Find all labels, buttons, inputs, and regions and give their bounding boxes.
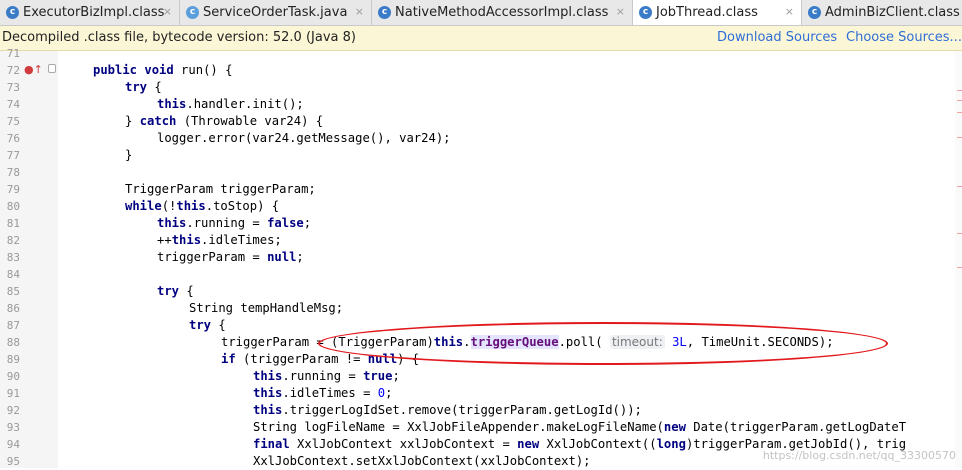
- line-number: 79: [6, 183, 20, 196]
- line-number: 84: [6, 268, 20, 281]
- tab-adminbizclient[interactable]: c AdminBizClient.class: [802, 0, 962, 25]
- code-line-89: if (triggerParam != null) {: [221, 352, 420, 366]
- line-number: 95: [6, 455, 20, 468]
- line-number: 88: [6, 336, 20, 349]
- error-stripe-mark[interactable]: [957, 233, 962, 234]
- close-icon[interactable]: ×: [785, 5, 794, 18]
- line-number: 90: [6, 370, 20, 383]
- java-file-icon: c: [186, 6, 199, 19]
- code-line-92: this.triggerLogIdSet.remove(triggerParam…: [253, 403, 642, 417]
- code-line-81: this.running = false;: [157, 216, 312, 230]
- tab-label: AdminBizClient.class: [825, 5, 960, 20]
- tab-jobthread[interactable]: c JobThread.class ×: [633, 0, 802, 25]
- override-method-icon[interactable]: ●↑: [24, 63, 43, 76]
- code-line-91: this.idleTimes = 0;: [253, 386, 393, 400]
- error-stripe-mark[interactable]: [957, 100, 962, 101]
- code-line-72: public void run() {: [93, 63, 233, 77]
- code-line-83: triggerParam = null;: [157, 250, 304, 264]
- tab-label: ExecutorBizImpl.class: [23, 5, 165, 20]
- choose-sources-link[interactable]: Choose Sources...: [846, 30, 962, 45]
- code-line-95: XxlJobContext.setXxlJobContext(xxlJobCon…: [253, 454, 591, 468]
- line-number: 92: [6, 404, 20, 417]
- error-stripe-mark[interactable]: [957, 112, 962, 113]
- line-number: 71: [6, 47, 20, 60]
- code-line-93: String logFileName = XxlJobFileAppender.…: [253, 420, 907, 434]
- code-line-76: logger.error(var24.getMessage(), var24);: [157, 131, 451, 145]
- line-number: 80: [6, 200, 20, 213]
- line-number: 91: [6, 387, 20, 400]
- class-file-icon: c: [6, 6, 19, 19]
- code-line-77: }: [125, 148, 133, 162]
- editor-tab-bar: c ExecutorBizImpl.class × c ServiceOrder…: [0, 0, 962, 26]
- code-line-88: triggerParam = (TriggerParam)this.trigge…: [221, 335, 834, 349]
- parameter-hint: timeout:: [609, 335, 665, 349]
- error-stripe-mark[interactable]: [957, 137, 962, 138]
- code-line-86: String tempHandleMsg;: [189, 301, 344, 315]
- line-number: 85: [6, 285, 20, 298]
- class-file-icon: c: [808, 6, 821, 19]
- line-number: 76: [6, 132, 20, 145]
- editor-scrollbar[interactable]: [955, 51, 962, 468]
- tab-nativemethodaccessorimpl[interactable]: c NativeMethodAccessorImpl.class ×: [372, 0, 633, 25]
- code-line-75: } catch (Throwable var24) {: [125, 114, 324, 128]
- tab-serviceordertask[interactable]: c ServiceOrderTask.java ×: [180, 0, 372, 25]
- close-icon[interactable]: ×: [355, 5, 364, 18]
- banner-message: Decompiled .class file, bytecode version…: [2, 30, 356, 45]
- tab-label: JobThread.class: [656, 5, 758, 20]
- line-number: 83: [6, 251, 20, 264]
- fold-toggle-icon[interactable]: [48, 64, 56, 73]
- line-number: 74: [6, 98, 20, 111]
- close-icon[interactable]: ×: [163, 5, 172, 18]
- code-line-82: ++this.idleTimes;: [157, 233, 282, 247]
- line-number: 78: [6, 166, 20, 179]
- decompiled-notice-banner: Decompiled .class file, bytecode version…: [0, 26, 962, 51]
- line-number: 89: [6, 353, 20, 366]
- line-number: 82: [6, 234, 20, 247]
- code-line-80: while(!this.toStop) {: [125, 199, 280, 213]
- tab-executorbizimpl[interactable]: c ExecutorBizImpl.class ×: [0, 0, 180, 25]
- tab-label: ServiceOrderTask.java: [203, 5, 348, 20]
- line-number: 77: [6, 149, 20, 162]
- line-number: 87: [6, 319, 20, 332]
- close-icon[interactable]: ×: [616, 5, 625, 18]
- code-line-79: TriggerParam triggerParam;: [125, 182, 316, 196]
- error-stripe-mark[interactable]: [957, 267, 962, 268]
- code-line-87: try {: [189, 318, 226, 332]
- line-number: 93: [6, 421, 20, 434]
- code-line-73: try {: [125, 80, 162, 94]
- code-line-85: try {: [157, 284, 194, 298]
- class-file-icon: c: [378, 6, 391, 19]
- line-number: 81: [6, 217, 20, 230]
- code-line-74: this.handler.init();: [157, 97, 304, 111]
- error-stripe-mark[interactable]: [957, 186, 962, 187]
- tab-label: NativeMethodAccessorImpl.class: [395, 5, 609, 20]
- error-stripe-mark[interactable]: [957, 90, 962, 91]
- line-number: 72: [6, 64, 20, 77]
- line-number: 86: [6, 302, 20, 315]
- line-number: 75: [6, 115, 20, 128]
- line-number: 94: [6, 438, 20, 451]
- download-sources-link[interactable]: Download Sources: [717, 30, 837, 45]
- watermark: https://blog.csdn.net/qq_33300570: [762, 449, 956, 462]
- code-line-90: this.running = true;: [253, 369, 400, 383]
- line-number: 73: [6, 81, 20, 94]
- trigger-queue-field[interactable]: triggerQueue: [470, 335, 559, 349]
- class-file-icon: c: [639, 6, 652, 19]
